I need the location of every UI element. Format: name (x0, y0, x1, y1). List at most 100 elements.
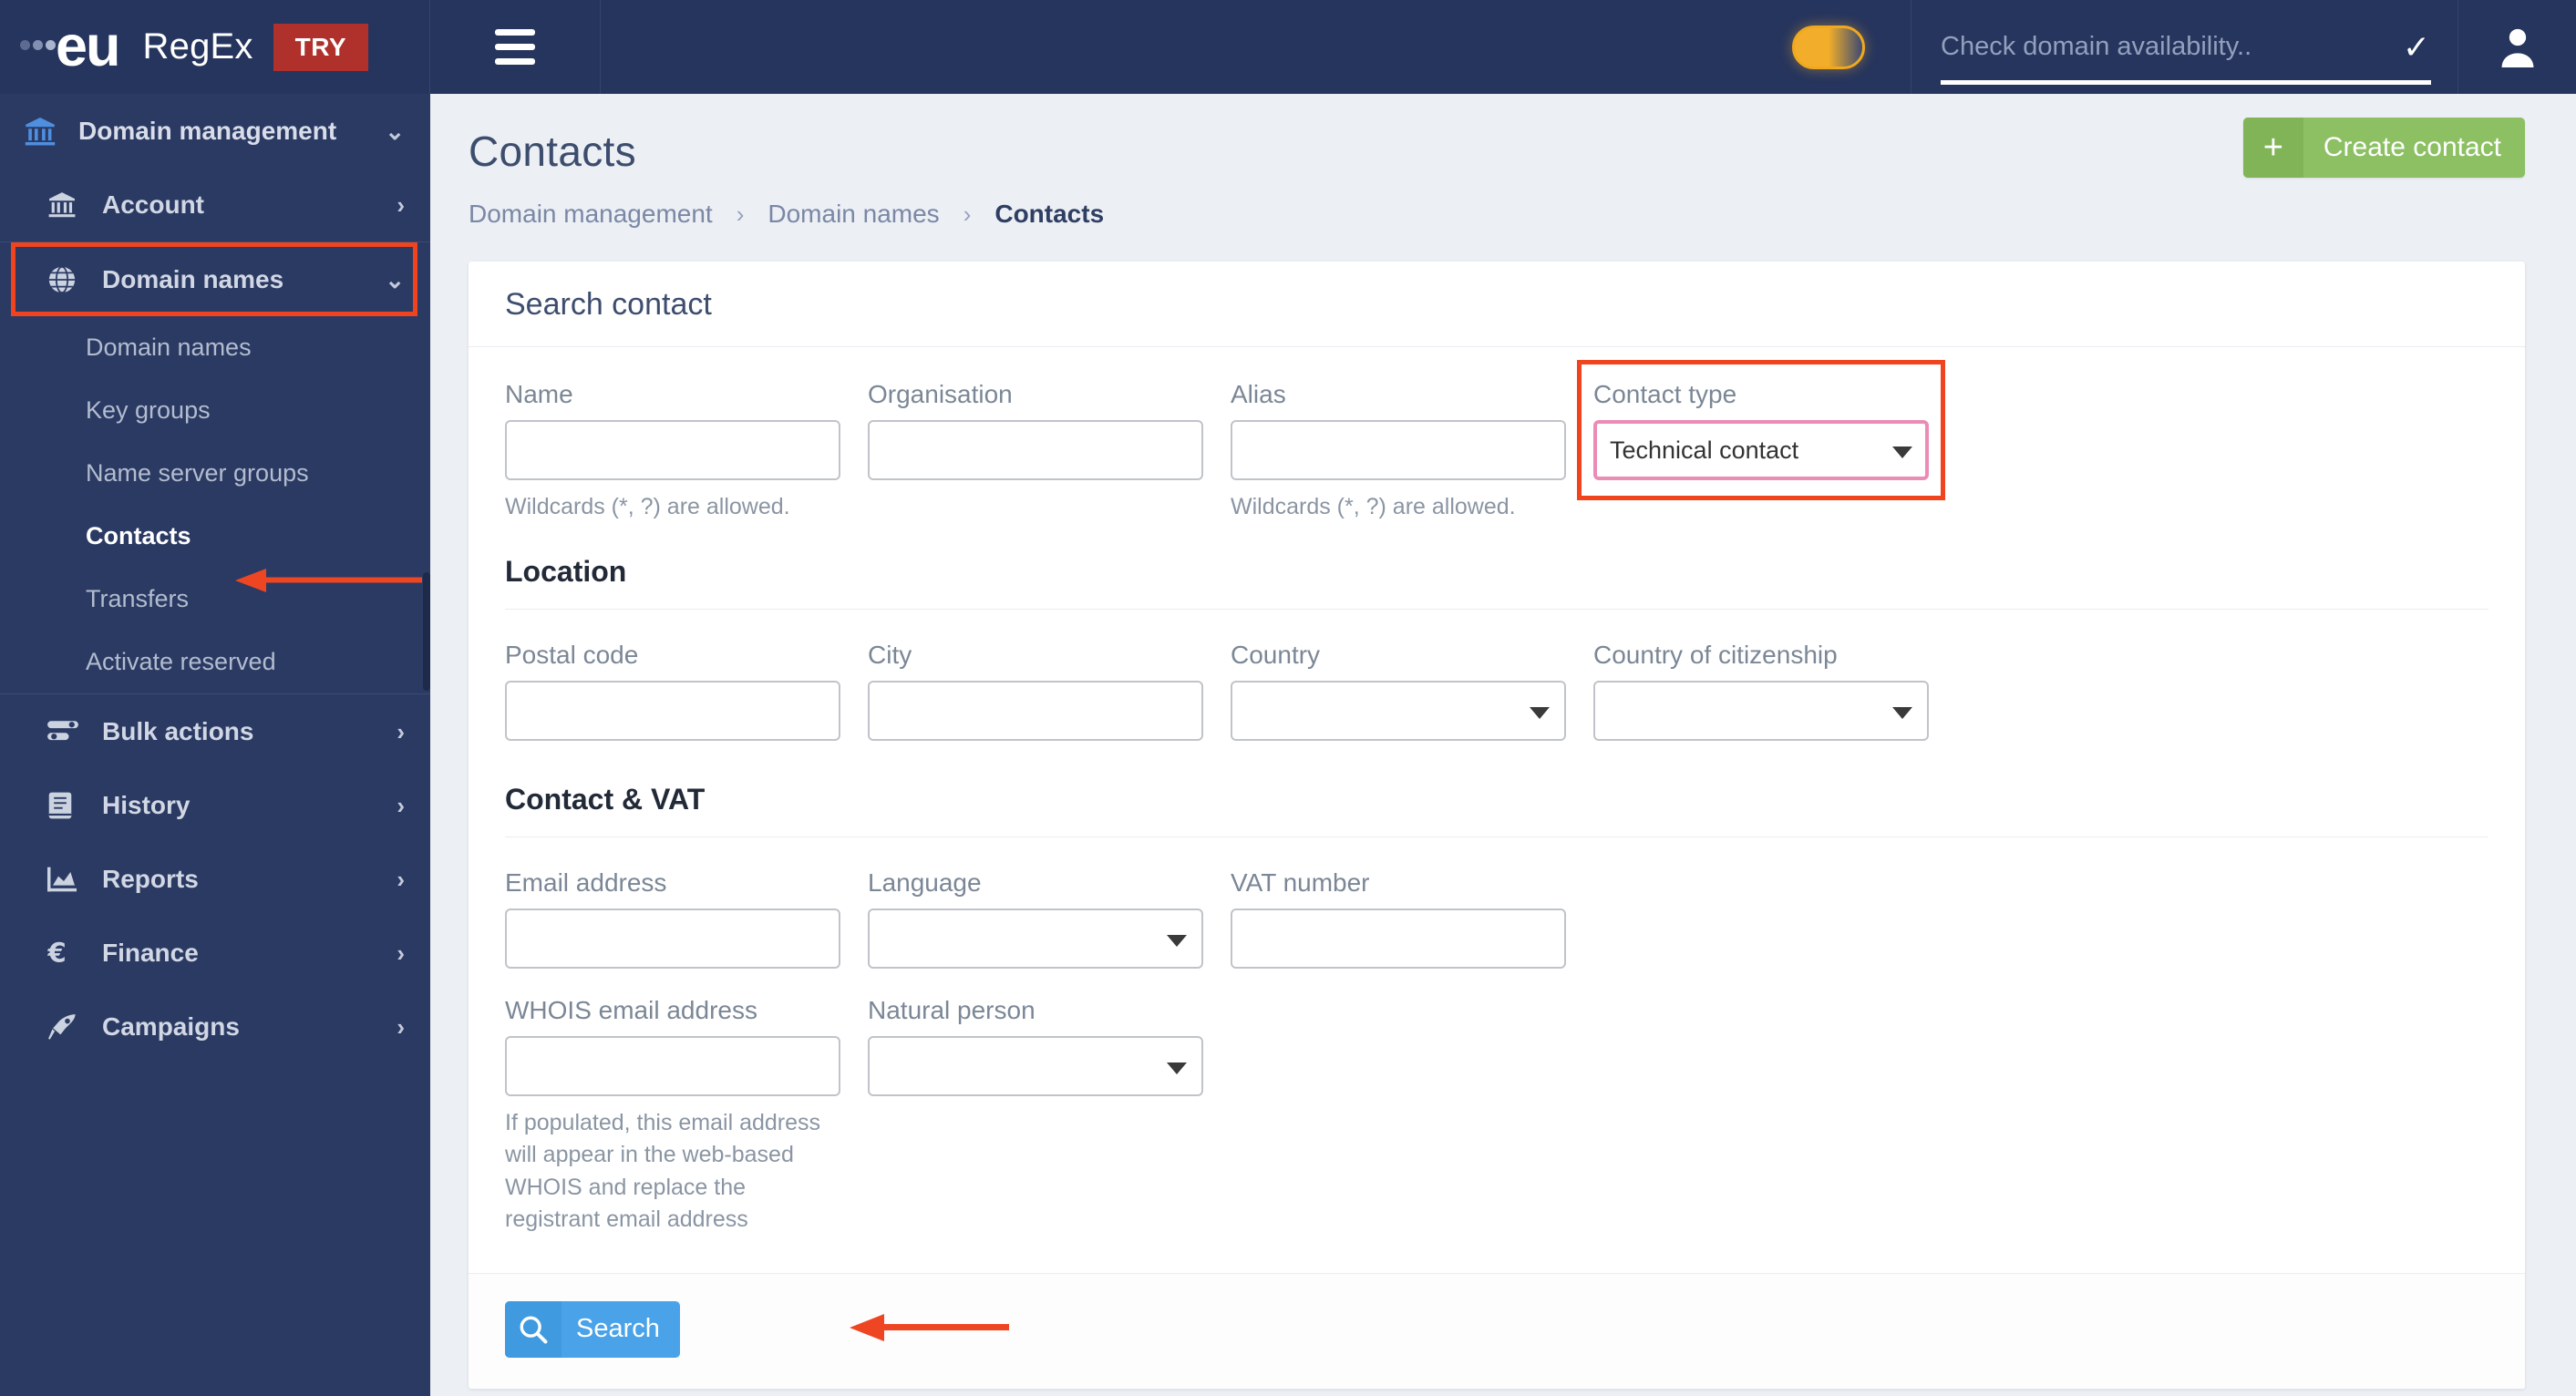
search-button[interactable]: Search (505, 1300, 680, 1358)
city-input[interactable] (868, 680, 1203, 741)
rocket-icon (47, 1013, 88, 1041)
sidebar-item-account[interactable]: Account › (0, 168, 430, 241)
form-row-contact-spacer (1593, 868, 1929, 969)
sidebar-item-label: Account (102, 190, 204, 219)
chevron-right-icon[interactable]: › (397, 193, 405, 217)
whois-email-address-input[interactable] (505, 1035, 840, 1096)
contact-type-select[interactable]: Technical contact (1593, 420, 1929, 480)
chevron-right-icon[interactable]: › (397, 794, 405, 817)
hamburger-menu-icon[interactable] (495, 29, 535, 65)
field-language: Language (868, 868, 1203, 969)
chevron-right-icon[interactable]: › (397, 867, 405, 891)
field-label: VAT number (1231, 867, 1370, 897)
field-alias: Alias Wildcards (*, ?) are allowed. (1231, 380, 1566, 524)
chevron-down-icon[interactable]: ⌄ (385, 119, 405, 143)
chevron-right-icon[interactable]: › (397, 1015, 405, 1039)
sidebar-item-bulk-actions[interactable]: Bulk actions › (0, 694, 430, 768)
search-contact-card: Search contact Name Wildcards (*, ?) are… (469, 262, 2525, 1389)
bulk-actions-icon (47, 720, 88, 744)
breadcrumb-item-contacts: Contacts (994, 200, 1105, 228)
sidebar-scrollbar[interactable] (423, 572, 430, 691)
field-label: Email address (505, 867, 667, 897)
page-header: Contacts Domain management › Domain name… (430, 94, 2576, 229)
domain-availability-search[interactable]: ✓ (1911, 0, 2458, 94)
vat-number-input[interactable] (1231, 908, 1566, 969)
breadcrumb-item-domain-management[interactable]: Domain management (469, 200, 713, 229)
menu-toggle-button[interactable] (430, 0, 601, 94)
brand-zone: eu RegEx TRY (0, 0, 430, 94)
country-of-citizenship-select[interactable] (1593, 680, 1929, 741)
try-badge[interactable]: TRY (273, 23, 369, 71)
eu-logo-text: eu (56, 15, 121, 78)
sidebar-sub-label: Contacts (86, 522, 191, 549)
sidebar-item-domain-management[interactable]: Domain management ⌄ (0, 94, 430, 168)
field-hint: If populated, this email address will ap… (505, 1109, 821, 1233)
chevron-down-icon[interactable]: ⌄ (385, 268, 405, 292)
sidebar-item-domain-names[interactable]: Domain names ⌄ (0, 242, 430, 316)
create-contact-button[interactable]: + Create contact (2242, 118, 2525, 178)
country-select[interactable] (1231, 680, 1566, 741)
check-icon[interactable]: ✓ (2403, 30, 2430, 64)
field-country-of-citizenship: Country of citizenship (1593, 641, 1929, 741)
field-whois-email-address: WHOIS email address If populated, this e… (505, 996, 840, 1237)
sidebar-item-name-server-groups[interactable]: Name server groups (0, 442, 430, 505)
product-name: RegEx (142, 26, 253, 67)
sidebar-navigation[interactable]: Domain management ⌄ Account › Domain nam… (0, 94, 430, 1396)
postal-code-input[interactable] (505, 680, 840, 741)
field-label: Name (505, 380, 573, 408)
field-email-address: Email address (505, 868, 840, 969)
form-row-whois: WHOIS email address If populated, this e… (505, 969, 2488, 1273)
field-organisation: Organisation (868, 380, 1203, 524)
natural-person-select[interactable] (868, 1035, 1203, 1096)
sidebar-item-domain-names-sub[interactable]: Domain names (0, 316, 430, 379)
citizenship-select-wrap[interactable] (1593, 680, 1929, 741)
sidebar-sub-label: Key groups (86, 396, 211, 424)
field-label: City (868, 640, 912, 669)
email-address-input[interactable] (505, 908, 840, 969)
field-city: City (868, 641, 1203, 741)
country-select-wrap[interactable] (1231, 680, 1566, 741)
language-select-wrap[interactable] (868, 908, 1203, 969)
organisation-input[interactable] (868, 420, 1203, 480)
field-country: Country (1231, 641, 1566, 741)
field-hint: Wildcards (*, ?) are allowed. (1231, 494, 1516, 519)
field-vat-number: VAT number (1231, 868, 1566, 969)
sidebar-item-contacts[interactable]: Contacts (0, 505, 430, 568)
field-label: Contact type (1593, 380, 1737, 408)
sidebar-item-key-groups[interactable]: Key groups (0, 379, 430, 442)
search-button-label: Search (576, 1314, 660, 1343)
user-avatar-icon[interactable] (2498, 26, 2538, 69)
name-input[interactable] (505, 420, 840, 480)
sidebar-item-finance[interactable]: € Finance › (0, 916, 430, 990)
chevron-right-icon[interactable]: › (397, 720, 405, 744)
top-header-bar: eu RegEx TRY ✓ (0, 0, 2576, 94)
sidebar-item-reports[interactable]: Reports › (0, 842, 430, 916)
chevron-right-icon[interactable]: › (397, 941, 405, 965)
sidebar-item-campaigns[interactable]: Campaigns › (0, 990, 430, 1063)
sidebar-item-label: Campaigns (102, 1011, 240, 1041)
theme-toggle-knob (1798, 31, 1829, 63)
breadcrumb: Domain management › Domain names › Conta… (469, 200, 2525, 229)
sidebar-item-activate-reserved[interactable]: Activate reserved (0, 631, 430, 693)
sidebar-item-label: Reports (102, 864, 199, 893)
form-row-location: Postal code City Country Country of citi… (505, 610, 2488, 741)
alias-input[interactable] (1231, 420, 1566, 480)
domain-search-input[interactable] (1941, 32, 2394, 62)
language-select[interactable] (868, 908, 1203, 969)
card-header: Search contact (469, 262, 2525, 346)
sidebar-item-history[interactable]: History › (0, 768, 430, 842)
theme-toggle-wrap[interactable] (1747, 25, 1911, 69)
create-contact-label: Create contact (2323, 132, 2501, 162)
theme-toggle[interactable] (1792, 25, 1865, 69)
annotation-arrow-contacts (235, 569, 422, 592)
globe-icon (47, 265, 88, 294)
book-icon (47, 792, 88, 819)
field-label: Country (1231, 640, 1321, 669)
breadcrumb-item-domain-names[interactable]: Domain names (768, 200, 939, 229)
sidebar-item-label: Bulk actions (102, 716, 254, 745)
contact-type-select-wrap[interactable]: Technical contact (1593, 420, 1929, 480)
field-label: Alias (1231, 380, 1286, 408)
natural-person-select-wrap[interactable] (868, 1035, 1203, 1096)
field-label: Country of citizenship (1593, 640, 1838, 669)
user-account-button[interactable] (2458, 0, 2576, 94)
